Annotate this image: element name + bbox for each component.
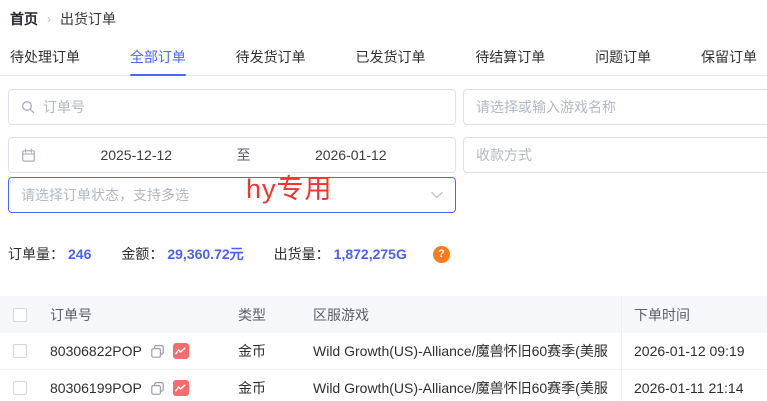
amount-label: 金额： — [121, 244, 163, 264]
tab-shipped-orders[interactable]: 已发货订单 — [355, 46, 425, 75]
row-checkbox[interactable] — [13, 344, 27, 358]
shipment-value: 1,872,275G — [334, 246, 407, 262]
tab-problem-orders[interactable]: 问题订单 — [595, 46, 651, 75]
order-status-select[interactable]: 请选择订单状态，支持多选 — [8, 177, 456, 213]
header-order-no: 订单号 — [40, 305, 228, 325]
date-end-value[interactable]: 2026-01-12 — [259, 147, 444, 163]
amount-value: 29,360.72元 — [167, 244, 243, 264]
order-time-value: 2026-01-11 21:14 — [621, 370, 767, 401]
order-count-value: 246 — [68, 246, 91, 262]
date-range-separator: 至 — [237, 145, 251, 165]
breadcrumb-home[interactable]: 首页 — [10, 9, 38, 29]
order-time-value: 2026-01-12 09:19 — [621, 333, 767, 369]
help-question-icon[interactable]: ? — [433, 246, 450, 263]
copy-icon[interactable] — [150, 381, 165, 396]
breadcrumb-current: 出货订单 — [60, 9, 116, 29]
hy-note-annotation: hy专用 — [246, 167, 333, 206]
table-row: 80306199POP 金币 Wild Growth(US)-Alliance/… — [0, 370, 767, 401]
calendar-icon — [21, 148, 36, 163]
game-select-box — [463, 89, 767, 125]
game-name-input[interactable] — [476, 99, 767, 115]
order-no-value: 80306822POP — [50, 343, 142, 359]
breadcrumb-separator: › — [47, 12, 51, 26]
tab-held-orders[interactable]: 保留订单 — [701, 46, 757, 75]
table-row: 80306822POP 金币 Wild Growth(US)-Alliance/… — [0, 333, 767, 370]
order-type-value: 金币 — [228, 378, 302, 398]
order-game-value: Wild Growth(US)-Alliance/魔兽怀旧60赛季(美服 — [302, 341, 621, 361]
date-start-value[interactable]: 2025-12-12 — [44, 147, 229, 163]
orders-table: 订单号 类型 区服游戏 下单时间 80306822POP 金币 Wild Gro… — [0, 296, 767, 401]
select-all-checkbox[interactable] — [13, 308, 27, 322]
search-icon — [21, 100, 35, 114]
price-trend-icon[interactable] — [173, 343, 189, 359]
payment-method-input[interactable] — [476, 147, 767, 163]
order-count-label: 订单量： — [8, 244, 64, 264]
table-header-row: 订单号 类型 区服游戏 下单时间 — [0, 296, 767, 333]
tab-to-ship-orders[interactable]: 待发货订单 — [236, 46, 306, 75]
tab-all-orders[interactable]: 全部订单 — [130, 46, 186, 75]
tab-pending-orders[interactable]: 待处理订单 — [10, 46, 80, 75]
stats-bar: 订单量： 246 金额： 29,360.72元 出货量： 1,872,275G … — [8, 244, 450, 264]
order-type-value: 金币 — [228, 341, 302, 361]
shipment-label: 出货量： — [274, 244, 330, 264]
order-no-search-box — [8, 89, 456, 125]
date-range-picker[interactable]: 2025-12-12 至 2026-01-12 — [8, 137, 456, 173]
header-time: 下单时间 — [621, 296, 767, 333]
copy-icon[interactable] — [150, 344, 165, 359]
chevron-down-icon — [431, 191, 443, 199]
row-checkbox[interactable] — [13, 381, 27, 395]
shipping-orders-page: 首页 › 出货订单 待处理订单 全部订单 待发货订单 已发货订单 待结算订单 问… — [0, 0, 767, 401]
header-type: 类型 — [228, 305, 302, 325]
breadcrumb: 首页 › 出货订单 — [10, 9, 116, 29]
order-status-placeholder: 请选择订单状态，支持多选 — [21, 185, 423, 205]
order-no-value: 80306199POP — [50, 380, 142, 396]
order-tabs: 待处理订单 全部订单 待发货订单 已发货订单 待结算订单 问题订单 保留订单 — [0, 46, 767, 76]
tab-to-settle-orders[interactable]: 待结算订单 — [475, 46, 545, 75]
header-game: 区服游戏 — [302, 305, 621, 325]
price-trend-icon[interactable] — [173, 380, 189, 396]
payment-method-box — [463, 137, 767, 173]
order-game-value: Wild Growth(US)-Alliance/魔兽怀旧60赛季(美服 — [302, 378, 621, 398]
order-no-input[interactable] — [43, 99, 443, 115]
